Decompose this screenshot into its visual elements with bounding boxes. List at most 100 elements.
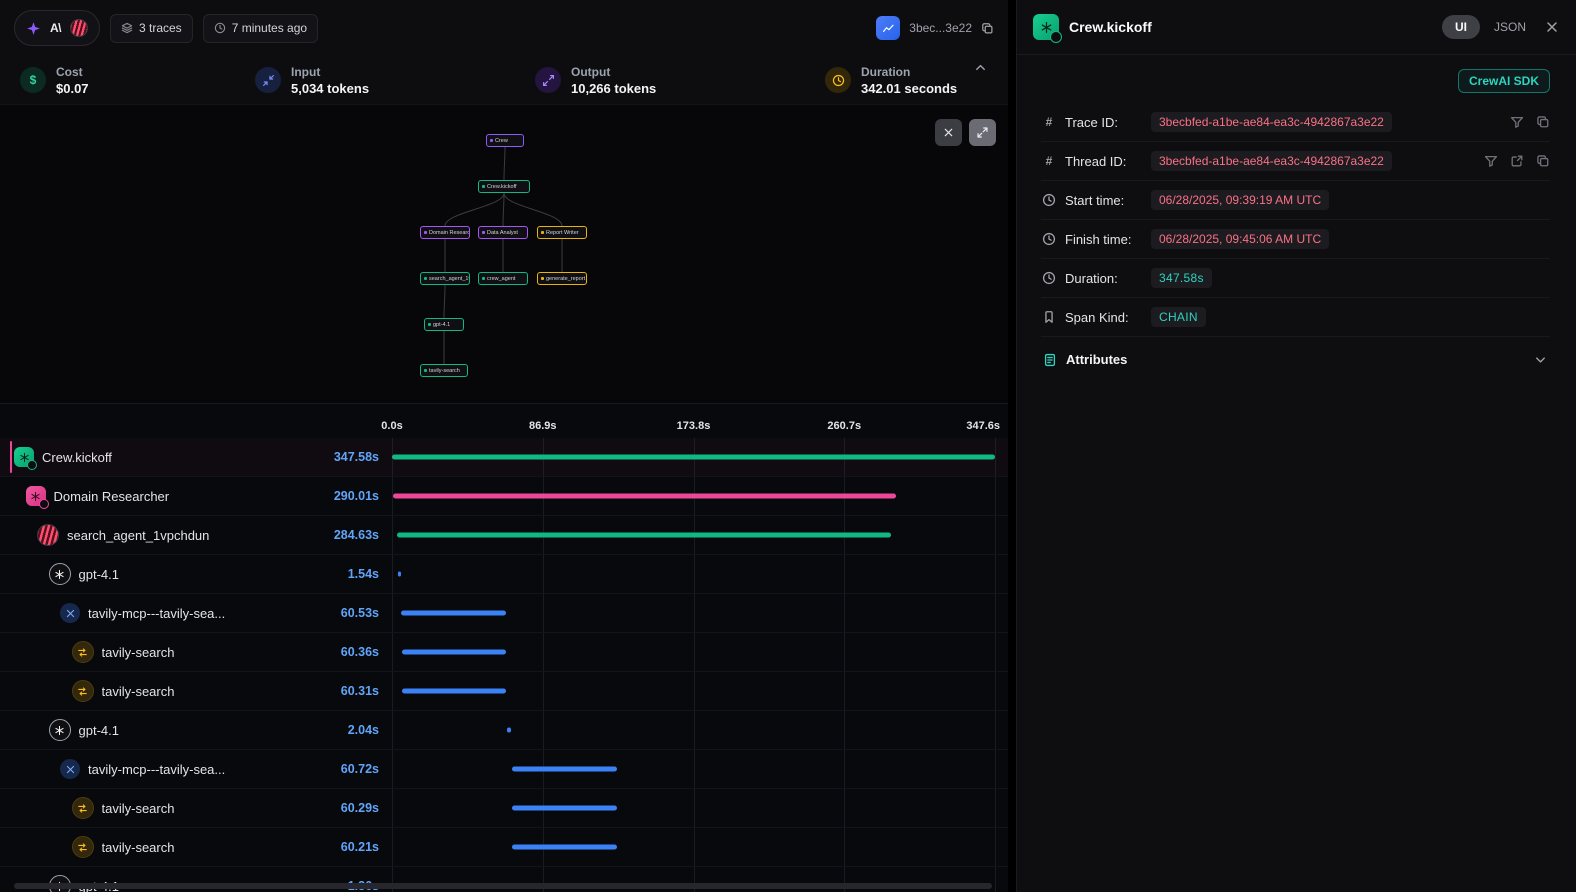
flag-icon	[1041, 310, 1057, 324]
timeline-row[interactable]: Crew.kickoff 347.58s	[0, 438, 1008, 477]
duration-bar	[512, 806, 617, 811]
timeline-row[interactable]: tavily-search 60.31s	[0, 672, 1008, 711]
graph-node[interactable]: gpt-4.1	[424, 318, 464, 331]
expand-graph-button[interactable]	[969, 119, 996, 146]
span-track	[392, 477, 1008, 515]
detail-label: Finish time:	[1065, 232, 1143, 247]
detail-value[interactable]: 06/28/2025, 09:39:19 AM UTC	[1151, 190, 1329, 210]
span-duration: 60.36s	[341, 645, 392, 659]
stat-cost: $ Cost $0.07	[20, 65, 255, 96]
graph-node[interactable]: Crew	[486, 134, 524, 147]
chart-icon[interactable]	[876, 16, 900, 40]
panel-divider	[1008, 0, 1016, 892]
timeline-row[interactable]: Domain Researcher 290.01s	[0, 477, 1008, 516]
graph-node-label: generate_report	[546, 276, 585, 282]
detail-label: Trace ID:	[1065, 115, 1143, 130]
span-name: tavily-search	[102, 645, 175, 660]
span-track	[392, 789, 1008, 827]
graph-node[interactable]: crew_agent	[478, 272, 528, 285]
sdk-badge[interactable]: CrewAI SDK	[1458, 69, 1550, 93]
span-duration: 60.31s	[341, 684, 392, 698]
collapse-stats-chevron-icon[interactable]	[973, 60, 988, 75]
stat-duration: Duration 342.01 seconds	[825, 65, 962, 96]
timeline: Crew.kickoff 347.58s Domain Researcher 2…	[0, 438, 1008, 892]
copy-icon[interactable]	[1536, 115, 1550, 129]
span-duration: 60.72s	[341, 762, 392, 776]
timeline-row[interactable]: tavily-mcp---tavily-sea... 60.53s	[0, 594, 1008, 633]
detail-label: Start time:	[1065, 193, 1143, 208]
traces-count-badge[interactable]: 3 traces	[110, 14, 193, 43]
graph-node[interactable]: generate_report	[537, 272, 587, 285]
detail-value[interactable]: 347.58s	[1151, 268, 1212, 288]
detail-row: Finish time: 06/28/2025, 09:45:06 AM UTC	[1041, 220, 1550, 259]
graph-node[interactable]: Data Analyst	[478, 226, 528, 239]
span-track	[392, 711, 1008, 749]
span-name: gpt-4.1	[79, 567, 119, 582]
timeline-row[interactable]: gpt-4.1 1.54s	[0, 555, 1008, 594]
timeline-row[interactable]: tavily-search 60.36s	[0, 633, 1008, 672]
axis-tick: 86.9s	[529, 420, 557, 432]
clock-icon	[1041, 193, 1057, 207]
graph-node[interactable]: Report Writer	[537, 226, 587, 239]
external-link-icon[interactable]	[1510, 154, 1524, 168]
close-panel-icon[interactable]	[1544, 19, 1560, 35]
node-color-dot	[424, 231, 427, 234]
span-duration: 60.53s	[341, 606, 392, 620]
detail-row: Duration: 347.58s	[1041, 259, 1550, 298]
tavily-search-icon	[72, 836, 94, 858]
crew-icon	[14, 447, 34, 467]
detail-label: Thread ID:	[1065, 154, 1143, 169]
detail-value[interactable]: CHAIN	[1151, 307, 1206, 327]
copy-icon[interactable]	[1536, 154, 1550, 168]
detail-panel: Crew.kickoff UI JSON CrewAI SDK # Trace …	[1016, 0, 1576, 892]
span-duration: 60.21s	[341, 840, 392, 854]
detail-value[interactable]: 06/28/2025, 09:45:06 AM UTC	[1151, 229, 1329, 249]
copy-icon[interactable]	[981, 22, 994, 35]
attributes-section[interactable]: Attributes	[1041, 337, 1550, 382]
detail-label: Span Kind:	[1065, 310, 1143, 325]
graph-edges	[0, 105, 1008, 403]
sparkle-icon	[26, 21, 41, 36]
detail-row: # Trace ID: 3becbfed-a1be-ae84-ea3c-4942…	[1041, 103, 1550, 142]
stat-value: 5,034 tokens	[291, 81, 369, 96]
close-graph-button[interactable]	[935, 119, 962, 146]
tools-icon	[60, 603, 80, 623]
duration-bar	[402, 650, 507, 655]
graph-node[interactable]: search_agent_1vpchdun	[420, 272, 470, 285]
tab-ui[interactable]: UI	[1442, 15, 1480, 39]
graph-node[interactable]: Domain Researcher	[420, 226, 470, 239]
stat-label: Cost	[56, 65, 89, 79]
graph-node[interactable]: tavily-search	[420, 364, 468, 377]
span-name: Domain Researcher	[54, 489, 170, 504]
horizontal-scrollbar[interactable]	[14, 883, 992, 889]
span-track	[392, 750, 1008, 788]
node-color-dot	[424, 277, 427, 280]
detail-value[interactable]: 3becbfed-a1be-ae84-ea3c-4942867a3e22	[1151, 151, 1392, 171]
graph-node[interactable]: Crew.kickoff	[478, 180, 530, 193]
timeline-row[interactable]: tavily-search 60.29s	[0, 789, 1008, 828]
chevron-down-icon[interactable]	[1533, 352, 1548, 367]
tab-json[interactable]: JSON	[1494, 20, 1526, 34]
span-track	[392, 672, 1008, 710]
axis-tick: 347.6s	[966, 420, 1000, 432]
timeline-row[interactable]: tavily-mcp---tavily-sea... 60.72s	[0, 750, 1008, 789]
timeline-row[interactable]: tavily-search 60.21s	[0, 828, 1008, 867]
filter-icon[interactable]	[1510, 115, 1524, 129]
detail-row: Start time: 06/28/2025, 09:39:19 AM UTC	[1041, 181, 1550, 220]
detail-value[interactable]: 3becbfed-a1be-ae84-ea3c-4942867a3e22	[1151, 112, 1392, 132]
span-duration: 60.29s	[341, 801, 392, 815]
filter-icon[interactable]	[1484, 154, 1498, 168]
stat-label: Input	[291, 65, 369, 79]
timeline-row[interactable]: search_agent_1vpchdun 284.63s	[0, 516, 1008, 555]
duration-bar	[401, 611, 506, 616]
node-color-dot	[541, 231, 544, 234]
duration-bar	[393, 494, 896, 499]
timeline-row[interactable]: gpt-4.1 2.04s	[0, 711, 1008, 750]
crewai-logo-icon	[70, 19, 88, 37]
traces-count-label: 3 traces	[139, 21, 182, 35]
span-name: tavily-mcp---tavily-sea...	[88, 762, 225, 777]
axis-tick: 0.0s	[381, 420, 402, 432]
node-color-dot	[482, 231, 485, 234]
crewai-logo-icon	[37, 524, 59, 546]
node-color-dot	[541, 277, 544, 280]
